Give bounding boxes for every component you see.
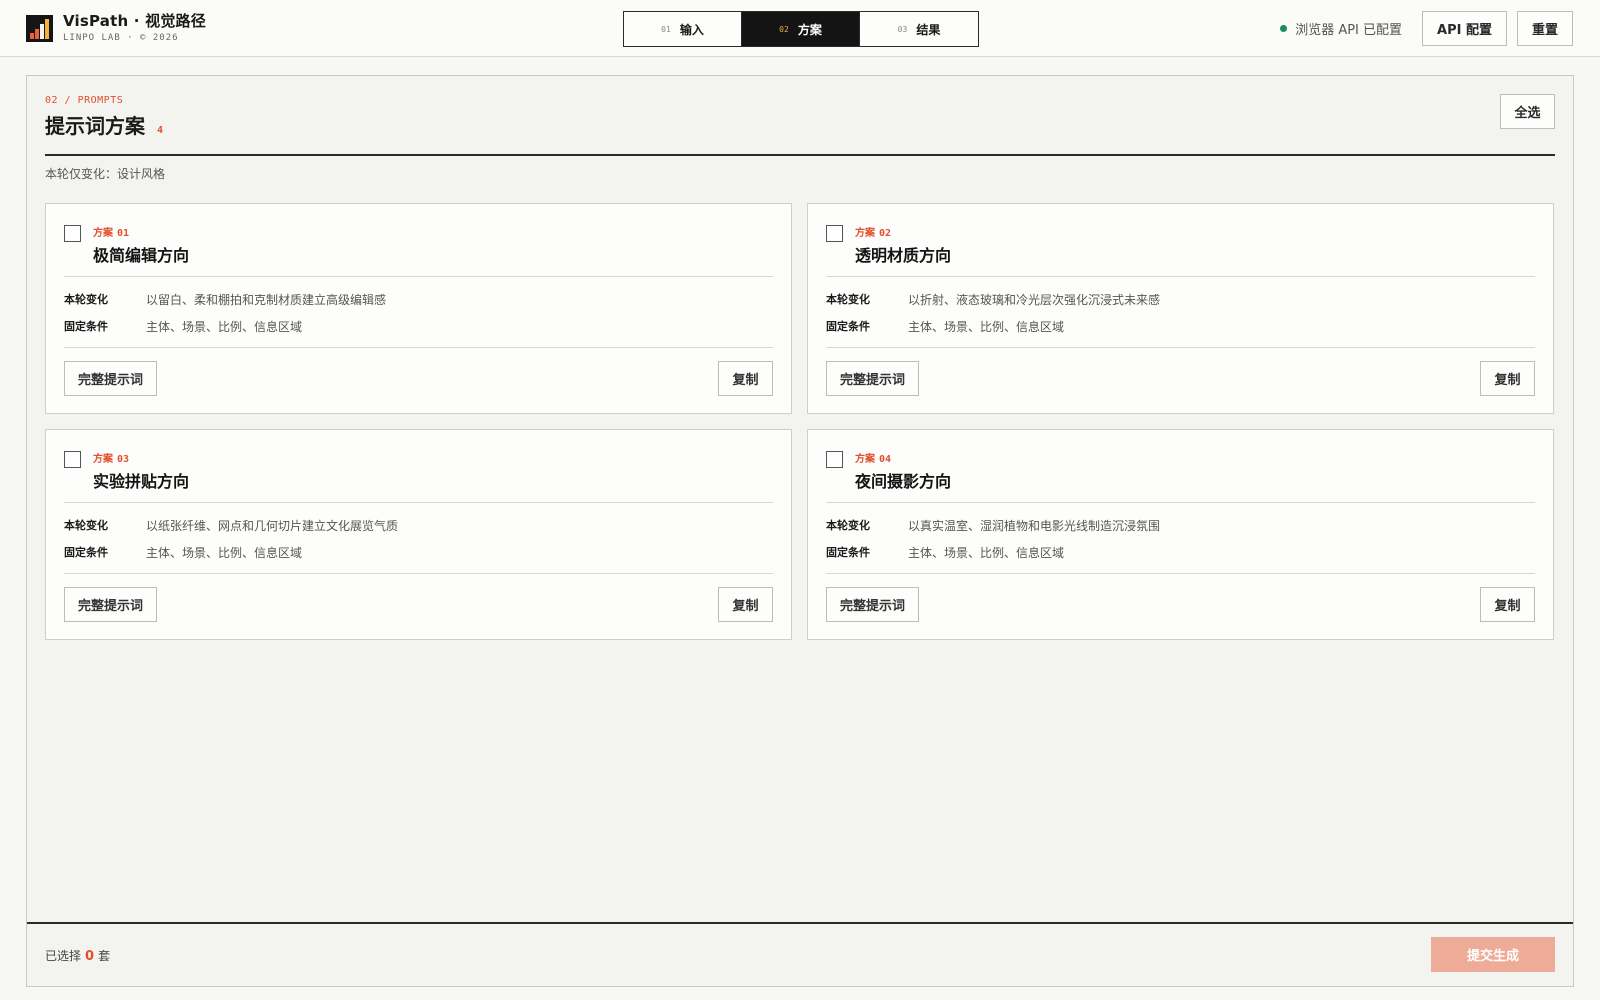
change-value: 以纸张纤维、网点和几何切片建立文化展览气质 — [146, 519, 399, 533]
step-number: 01 — [661, 24, 671, 34]
fixed-label: 固定条件 — [64, 546, 108, 559]
submit-generate-button[interactable]: 提交生成 — [1431, 937, 1555, 972]
bar-chart-logo-icon — [26, 14, 53, 42]
plan-checkbox[interactable] — [826, 451, 843, 468]
fixed-label: 固定条件 — [826, 546, 870, 559]
divider — [27, 922, 1573, 924]
plan-tag: 方案 — [855, 454, 875, 465]
plan-number: 01 — [117, 228, 130, 239]
plan-checkbox[interactable] — [64, 225, 81, 242]
step-label: 输入 — [679, 22, 704, 37]
panel-title: 提示词方案 — [45, 114, 145, 138]
plan-tag: 方案 — [93, 228, 113, 239]
divider — [826, 347, 1535, 348]
change-value: 以留白、柔和棚拍和克制材质建立高级编辑感 — [146, 293, 387, 307]
fixed-value: 主体、场景、比例、信息区域 — [146, 320, 303, 334]
plan-tag: 方案 — [93, 454, 113, 465]
divider — [64, 502, 773, 503]
plan-number: 02 — [879, 228, 892, 239]
fixed-label: 固定条件 — [826, 320, 870, 333]
selected-number: 0 — [85, 949, 95, 964]
plan-checkbox[interactable] — [64, 451, 81, 468]
divider — [826, 276, 1535, 277]
api-config-button[interactable]: API 配置 — [1422, 11, 1507, 46]
status-dot-icon — [1280, 25, 1288, 32]
fixed-value: 主体、场景、比例、信息区域 — [146, 546, 303, 560]
plan-card: 方案 02 透明材质方向 本轮变化 以折射、液态玻璃和冷光层次强化沉浸式未来感 固定… — [807, 203, 1554, 414]
copy-button[interactable]: 复制 — [718, 361, 773, 396]
plan-count-badge: 4 — [157, 125, 164, 136]
plan-number: 04 — [879, 454, 892, 465]
selected-suffix: 套 — [98, 949, 111, 963]
tab-step-plans[interactable]: 02 方案 — [742, 12, 860, 46]
change-value: 以真实温室、湿润植物和电影光线制造沉浸氛围 — [908, 519, 1161, 533]
plan-card: 方案 03 实验拼贴方向 本轮变化 以纸张纤维、网点和几何切片建立文化展览气质 固定… — [45, 429, 792, 640]
app-title: VisPath · 视觉路径 — [63, 12, 206, 30]
copy-button[interactable]: 复制 — [1480, 361, 1535, 396]
divider — [64, 276, 773, 277]
full-prompt-button[interactable]: 完整提示词 — [826, 587, 920, 622]
change-label: 本轮变化 — [64, 519, 108, 532]
top-bar: VisPath · 视觉路径 LINPO LAB · © 2026 01 输入 … — [0, 0, 1600, 57]
fixed-label: 固定条件 — [64, 320, 108, 333]
round-note: 本轮仅变化：设计风格 — [45, 167, 166, 181]
plan-number: 03 — [117, 454, 130, 465]
divider — [826, 502, 1535, 503]
change-label: 本轮变化 — [826, 519, 870, 532]
api-status-text: 浏览器 API 已配置 — [1295, 23, 1403, 38]
divider — [64, 573, 773, 574]
select-all-button[interactable]: 全选 — [1500, 94, 1555, 129]
fixed-value: 主体、场景、比例、信息区域 — [908, 320, 1065, 334]
full-prompt-button[interactable]: 完整提示词 — [826, 361, 920, 396]
step-number: 03 — [897, 24, 908, 34]
fixed-value: 主体、场景、比例、信息区域 — [908, 546, 1065, 560]
full-prompt-button[interactable]: 完整提示词 — [64, 587, 158, 622]
plan-title: 极简编辑方向 — [93, 246, 190, 265]
plan-title: 实验拼贴方向 — [93, 472, 190, 491]
copy-button[interactable]: 复制 — [718, 587, 773, 622]
divider — [45, 154, 1555, 156]
divider — [826, 573, 1535, 574]
brand: VisPath · 视觉路径 LINPO LAB · © 2026 — [26, 12, 206, 43]
full-prompt-button[interactable]: 完整提示词 — [64, 361, 158, 396]
change-label: 本轮变化 — [64, 293, 108, 306]
step-label: 结果 — [916, 22, 941, 37]
plan-checkbox[interactable] — [826, 225, 843, 242]
step-label: 方案 — [797, 22, 822, 37]
plan-title: 透明材质方向 — [855, 246, 952, 265]
change-label: 本轮变化 — [826, 293, 870, 306]
section-crumb: 02 / PROMPTS — [45, 95, 124, 106]
divider — [64, 347, 773, 348]
plan-title: 夜间摄影方向 — [855, 472, 952, 491]
selected-count: 已选择 0 套 — [45, 947, 110, 964]
copy-button[interactable]: 复制 — [1480, 587, 1535, 622]
reset-button[interactable]: 重置 — [1516, 11, 1573, 46]
tab-step-results[interactable]: 03 结果 — [860, 12, 978, 46]
step-tabs: 01 输入 02 方案 03 结果 — [623, 11, 979, 47]
app-subtitle: LINPO LAB · © 2026 — [63, 33, 179, 43]
change-value: 以折射、液态玻璃和冷光层次强化沉浸式未来感 — [908, 293, 1161, 307]
plan-card: 方案 04 夜间摄影方向 本轮变化 以真实温室、湿润植物和电影光线制造沉浸氛围 固定… — [807, 429, 1554, 640]
plan-tag: 方案 — [855, 228, 875, 239]
tab-step-input[interactable]: 01 输入 — [624, 12, 742, 46]
api-status: 浏览器 API 已配置 — [1280, 19, 1402, 38]
plan-card: 方案 01 极简编辑方向 本轮变化 以留白、柔和棚拍和克制材质建立高级编辑感 固定条… — [45, 203, 792, 414]
prompts-panel: 02 / PROMPTS 提示词方案 4 全选 本轮仅变化：设计风格 方案 01 … — [26, 75, 1574, 987]
step-number: 02 — [779, 24, 789, 34]
selected-prefix: 已选择 — [45, 949, 82, 963]
